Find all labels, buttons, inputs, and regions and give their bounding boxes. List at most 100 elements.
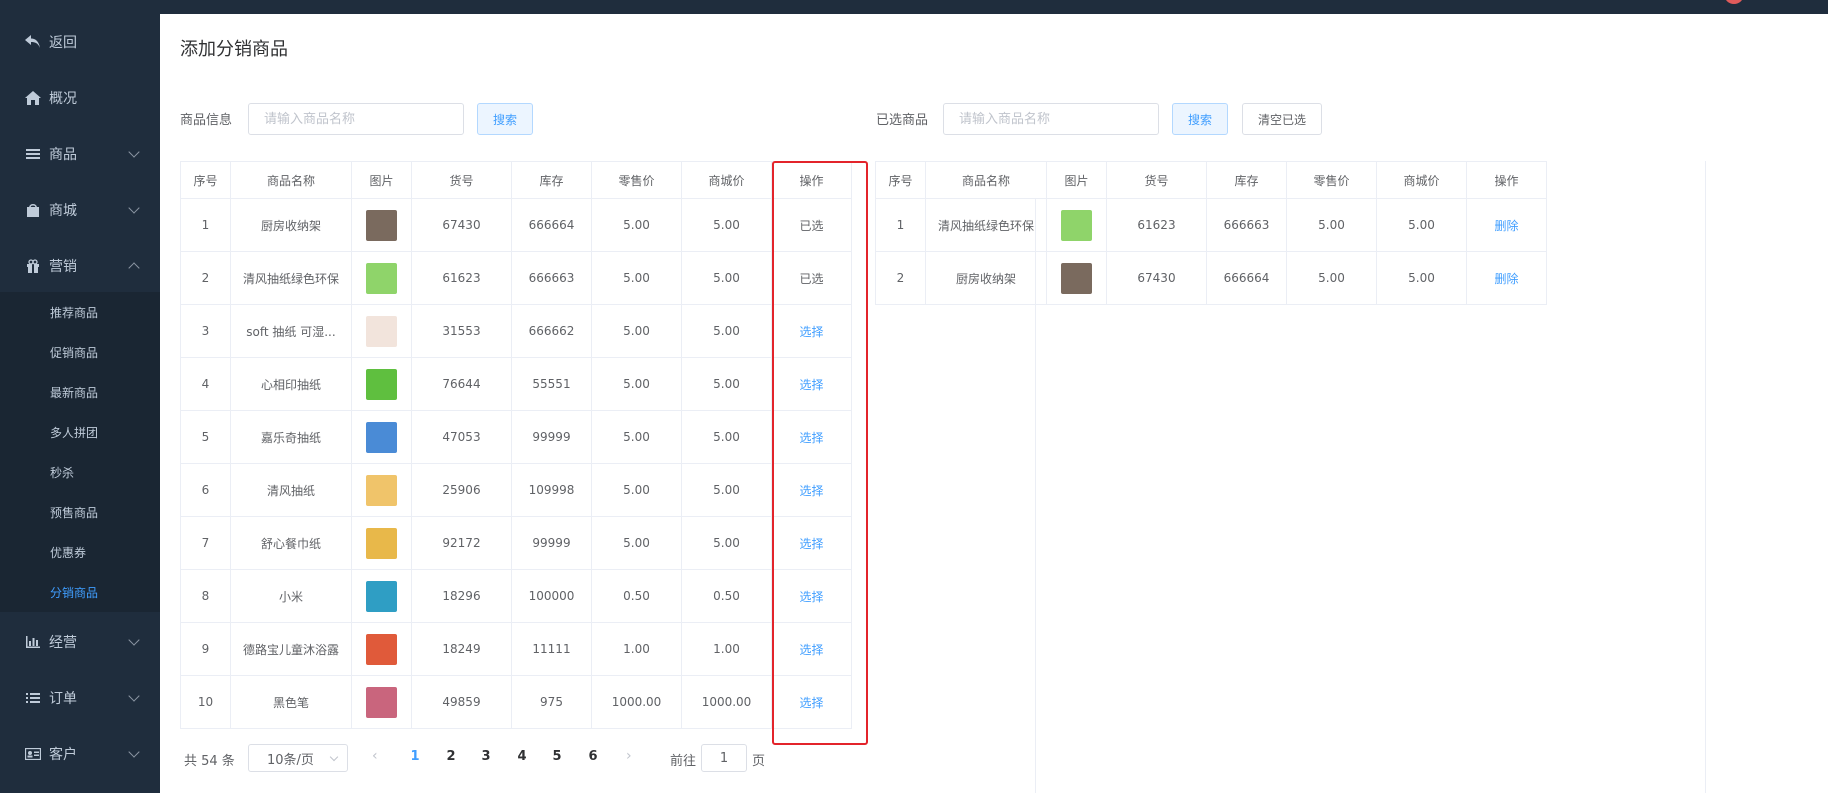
page-5[interactable]: 5 [542,749,572,764]
cell-no: 10 [180,675,231,729]
select-link[interactable]: 选择 [799,431,823,445]
goods-info-label: 商品信息 [180,113,233,128]
sub-item-flash-sale[interactable]: 秒杀 [0,452,160,492]
cell-sku: 67430 [411,198,512,252]
goods-search-button[interactable]: 搜索 [477,103,533,135]
selected-search-input[interactable] [943,103,1159,135]
marketing-submenu: 推荐商品 促销商品 最新商品 多人拼团 秒杀 预售商品 优惠券 分销商品 [0,292,160,612]
select-link[interactable]: 选择 [799,378,823,392]
page-6[interactable]: 6 [578,749,608,764]
cell-sku: 31553 [411,304,512,358]
col-header-sku: 货号 [411,161,512,199]
cell-sku: 61623 [1106,198,1207,252]
nav-customers[interactable]: 客户 [0,726,160,782]
nav-overview[interactable]: 概况 [0,70,160,126]
cell-stock: 975 [511,675,592,729]
col-header-name: 商品名称 [925,161,1047,199]
cell-sku: 67430 [1106,251,1207,305]
goto-page-input[interactable] [701,744,747,772]
chevron-down-icon [128,202,140,214]
table-row: 2 厨房收纳架 67430 666664 5.00 5.00 删除 [875,251,1547,305]
clear-selected-button[interactable]: 清空已选 [1242,103,1322,135]
col-header-name: 商品名称 [230,161,352,199]
cell-action: 选择 [771,463,852,517]
cell-name: 清风抽纸绿色环保 [230,251,352,305]
col-header-retail-price: 零售价 [1286,161,1377,199]
nav-goods[interactable]: 商品 [0,126,160,182]
sub-item-recommend[interactable]: 推荐商品 [0,292,160,332]
cell-name: 清风抽纸绿色环保 [925,198,1047,252]
nav-customers-label: 客户 [49,747,77,763]
cell-no: 8 [180,569,231,623]
cell-action: 选择 [771,675,852,729]
product-thumbnail [366,633,397,665]
goods-search-input[interactable] [248,103,464,135]
col-header-action: 操作 [1466,161,1547,199]
sub-item-distribution[interactable]: 分销商品 [0,572,160,612]
select-link[interactable]: 选择 [799,696,823,710]
sub-item-coupon[interactable]: 优惠券 [0,532,160,572]
select-link[interactable]: 选择 [799,537,823,551]
cell-retail-price: 5.00 [591,251,682,305]
main-content: 添加分销商品 商品信息 搜索 已选商品 搜索 清空已选 序号 商品名称 图片 货… [160,14,1828,793]
prev-page-icon[interactable]: ‹ [372,748,378,764]
cell-no: 3 [180,304,231,358]
cell-no: 2 [875,251,926,305]
cell-mall-price: 5.00 [1376,198,1467,252]
cell-no: 5 [180,410,231,464]
user-avatar[interactable] [1724,0,1744,4]
select-link[interactable]: 选择 [799,643,823,657]
cell-sku: 49859 [411,675,512,729]
page-2[interactable]: 2 [436,749,466,764]
nav-mall[interactable]: 商城 [0,182,160,238]
selected-status: 已选 [799,271,824,286]
sub-item-promotion[interactable]: 促销商品 [0,332,160,372]
selected-search-button[interactable]: 搜索 [1172,103,1228,135]
table-row: 8 小米 18296 100000 0.50 0.50 选择 [180,569,852,623]
product-thumbnail [366,474,397,506]
cell-mall-price: 5.00 [681,198,772,252]
sub-item-presale[interactable]: 预售商品 [0,492,160,532]
cell-sku: 92172 [411,516,512,570]
select-link[interactable]: 选择 [799,484,823,498]
cell-stock: 666663 [1206,198,1287,252]
delete-link[interactable]: 删除 [1494,219,1518,233]
cell-image [351,357,412,411]
chevron-down-icon [128,746,140,758]
table-row: 7 舒心餐巾纸 92172 99999 5.00 5.00 选择 [180,516,852,570]
col-header-mall-price: 商城价 [1376,161,1467,199]
select-link[interactable]: 选择 [799,590,823,604]
product-thumbnail [1061,262,1092,294]
sub-item-label: 推荐商品 [50,305,99,320]
cell-image [351,251,412,305]
top-bar [0,0,1828,14]
col-header-retail-price: 零售价 [591,161,682,199]
table-row: 2 清风抽纸绿色环保 61623 666663 5.00 5.00 已选 [180,251,852,305]
chevron-down-icon [128,690,140,702]
cell-image [351,410,412,464]
cell-retail-price: 0.50 [591,569,682,623]
select-link[interactable]: 选择 [799,325,823,339]
delete-link[interactable]: 删除 [1494,272,1518,286]
goto-label: 前往 [670,754,697,769]
nav-marketing[interactable]: 营销 [0,238,160,294]
cell-stock: 99999 [511,410,592,464]
table-row: 1 厨房收纳架 67430 666664 5.00 5.00 已选 [180,198,852,252]
page-1[interactable]: 1 [400,749,430,764]
product-thumbnail [366,209,397,241]
next-page-icon[interactable]: › [626,748,632,764]
chevron-down-icon [329,752,339,762]
product-thumbnail [366,315,397,347]
total-count: 共 54 条 [184,754,235,769]
page-4[interactable]: 4 [507,749,537,764]
sub-item-newest[interactable]: 最新商品 [0,372,160,412]
col-header-image: 图片 [1046,161,1107,199]
page-3[interactable]: 3 [471,749,501,764]
order-list-icon [24,689,42,707]
page-size-select[interactable]: 10条/页 [248,744,348,772]
nav-back[interactable]: 返回 [0,14,160,70]
cell-mall-price: 5.00 [681,516,772,570]
nav-orders[interactable]: 订单 [0,670,160,726]
nav-operation[interactable]: 经营 [0,614,160,670]
sub-item-group-buy[interactable]: 多人拼团 [0,412,160,452]
